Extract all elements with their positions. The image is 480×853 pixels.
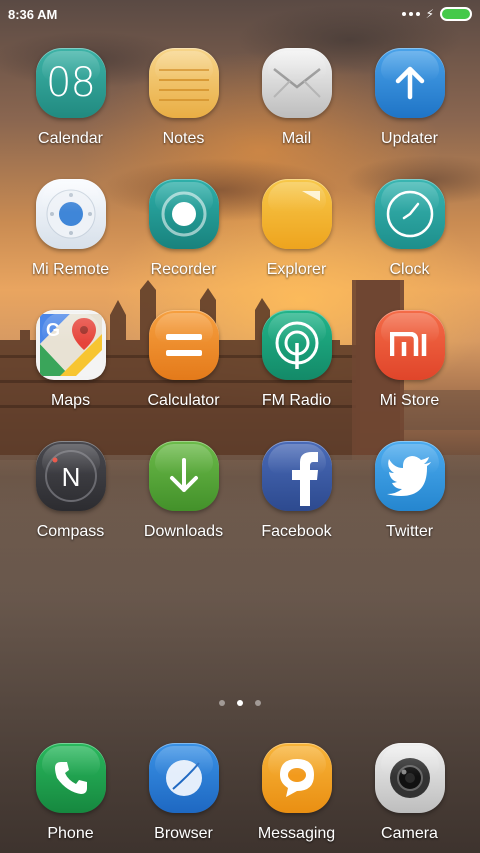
app-clock[interactable]: Clock [353,179,466,289]
mail-icon [261,48,332,118]
app-label: Updater [381,130,438,147]
app-recorder[interactable]: Recorder [127,179,240,289]
app-updater[interactable]: Updater [353,48,466,158]
app-label: Compass [36,523,105,540]
app-twitter[interactable]: Twitter [353,441,466,551]
app-mi-remote[interactable]: Mi Remote [14,179,127,289]
charging-icon: ⚡ [425,7,434,21]
app-label: Clock [389,261,430,278]
facebook-icon [261,441,332,511]
app-mail[interactable]: Mail [240,48,353,158]
camera-icon [374,743,445,813]
app-notes[interactable]: Notes [127,48,240,158]
app-label: Downloads [143,523,224,540]
downloads-icon [148,441,219,511]
page-dot-active[interactable] [237,700,243,706]
app-label: Phone [47,825,94,842]
app-label: Notes [162,130,205,147]
calendar-icon: 08 [35,48,106,118]
battery-icon [440,7,472,21]
notes-icon [148,48,219,118]
app-explorer[interactable]: Explorer [240,179,353,289]
app-label: Camera [381,825,438,842]
page-indicator [0,700,480,706]
compass-icon: N [35,441,106,511]
app-label: Mi Remote [31,261,110,278]
app-compass[interactable]: N Compass [14,441,127,551]
app-label: Mi Store [379,392,440,409]
messaging-icon [261,743,332,813]
recorder-icon [148,179,219,249]
more-notifications-icon [401,12,420,16]
app-label: Mail [281,130,312,147]
mi-store-icon [374,310,445,380]
clock-icon [374,179,445,249]
dock-messaging[interactable]: Messaging [240,743,353,853]
app-grid: 08 Calendar Notes Mail Updater Mi Remote… [0,48,480,551]
app-mi-store[interactable]: Mi Store [353,310,466,420]
app-label: Facebook [261,523,332,540]
dock-camera[interactable]: Camera [353,743,466,853]
phone-icon [35,743,106,813]
app-label: Calculator [147,392,220,409]
dock-browser[interactable]: Browser [127,743,240,853]
app-label: Twitter [385,523,434,540]
mi-remote-icon [35,179,106,249]
browser-icon [148,743,219,813]
page-dot[interactable] [255,700,261,706]
calculator-icon [148,310,219,380]
explorer-icon [261,179,332,249]
app-label: Explorer [266,261,327,278]
updater-icon [374,48,445,118]
svg-text:N: N [61,462,80,492]
app-downloads[interactable]: Downloads [127,441,240,551]
status-time: 8:36 AM [8,6,58,22]
app-label: Browser [154,825,213,842]
app-maps[interactable]: G Maps [14,310,127,420]
app-label: Messaging [257,825,336,842]
app-calendar[interactable]: 08 Calendar [14,48,127,158]
app-label: Recorder [150,261,217,278]
status-bar: 8:36 AM ⚡ [0,0,480,28]
app-label: Maps [50,392,91,409]
dock: Phone Browser Messaging Camera [0,743,480,853]
app-label: FM Radio [261,392,332,409]
status-icons: ⚡ [401,7,472,21]
fm-radio-icon [261,310,332,380]
app-calculator[interactable]: Calculator [127,310,240,420]
calendar-date: 08 [46,60,96,106]
twitter-icon [374,441,445,511]
page-dot[interactable] [219,700,225,706]
dock-phone[interactable]: Phone [14,743,127,853]
app-label: Calendar [38,130,103,147]
svg-text:G: G [46,320,60,340]
app-fm-radio[interactable]: FM Radio [240,310,353,420]
app-facebook[interactable]: Facebook [240,441,353,551]
maps-icon: G [35,310,106,380]
